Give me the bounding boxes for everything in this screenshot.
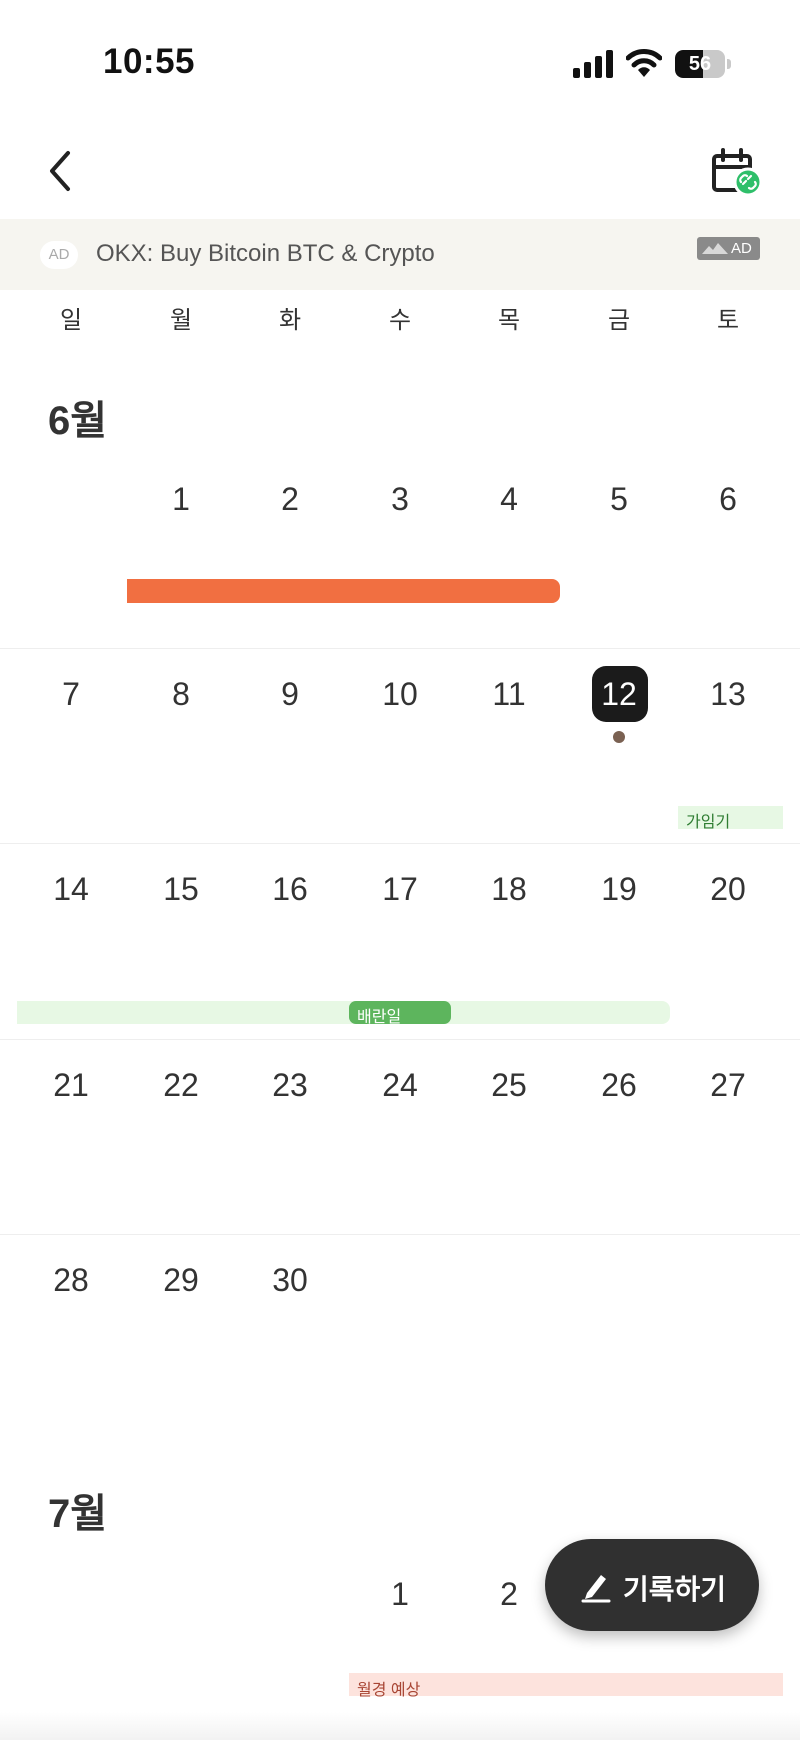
record-button-label: 기록하기 xyxy=(623,1574,727,1605)
ad-badge: AD xyxy=(40,241,78,269)
day-cell[interactable]: 29 xyxy=(141,1262,221,1298)
wifi-icon xyxy=(626,49,662,77)
ad-corner-label: AD xyxy=(731,240,752,257)
day-cell[interactable]: 11 xyxy=(469,676,549,712)
back-button[interactable] xyxy=(40,145,84,197)
day-cell[interactable]: 24 xyxy=(360,1067,440,1103)
weekday-thu: 목 xyxy=(497,307,521,334)
day-cell[interactable]: 22 xyxy=(141,1067,221,1103)
day-cell[interactable]: 14 xyxy=(31,871,111,907)
day-cell[interactable]: 10 xyxy=(360,676,440,712)
day-cell[interactable]: 2 xyxy=(469,1576,549,1612)
ovulation-day-label: 배란일 xyxy=(357,1009,402,1026)
day-cell[interactable]: 6 xyxy=(688,481,768,517)
weekday-sun: 일 xyxy=(59,307,83,334)
status-time: 10:55 xyxy=(103,42,196,81)
day-cell[interactable]: 30 xyxy=(250,1262,330,1298)
day-cell[interactable]: 1 xyxy=(360,1576,440,1612)
day-cell[interactable]: 5 xyxy=(579,481,659,517)
day-cell[interactable]: 19 xyxy=(579,871,659,907)
bottom-fade xyxy=(0,1712,800,1740)
calendar-link-icon xyxy=(712,148,763,197)
battery-icon: 56 xyxy=(675,50,731,78)
chevron-left-icon xyxy=(50,151,70,191)
day-cell-today[interactable]: 12 xyxy=(579,676,659,712)
predicted-period-label: 월경 예상 xyxy=(357,1682,421,1699)
day-cell[interactable]: 16 xyxy=(250,871,330,907)
week-divider xyxy=(0,648,800,649)
day-cell[interactable]: 18 xyxy=(469,871,549,907)
cellular-signal-icon xyxy=(573,50,613,78)
weekday-fri: 금 xyxy=(607,307,631,334)
battery-level: 56 xyxy=(688,53,712,75)
pencil-icon xyxy=(581,1575,611,1603)
weekday-wed: 수 xyxy=(388,307,412,334)
day-cell[interactable]: 17 xyxy=(360,871,440,907)
month-label-july: 7월 xyxy=(48,1492,108,1536)
month-label-june: 6월 xyxy=(48,399,108,443)
day-cell[interactable]: 25 xyxy=(469,1067,549,1103)
day-cell[interactable]: 20 xyxy=(688,871,768,907)
week-divider xyxy=(0,1039,800,1040)
day-cell[interactable]: 3 xyxy=(360,481,440,517)
day-cell[interactable]: 1 xyxy=(141,481,221,517)
weekday-sat: 토 xyxy=(716,307,740,334)
day-cell[interactable]: 21 xyxy=(31,1067,111,1103)
calendar-sync-button[interactable] xyxy=(710,148,766,200)
day-cell[interactable]: 2 xyxy=(250,481,330,517)
day-cell[interactable]: 26 xyxy=(579,1067,659,1103)
day-cell[interactable]: 13 xyxy=(688,676,768,712)
day-cell[interactable]: 8 xyxy=(141,676,221,712)
record-button[interactable]: 기록하기 xyxy=(545,1539,759,1631)
weekday-tue: 화 xyxy=(278,307,302,334)
day-cell[interactable]: 7 xyxy=(31,676,111,712)
day-cell[interactable]: 28 xyxy=(31,1262,111,1298)
day-cell[interactable]: 27 xyxy=(688,1067,768,1103)
week-divider xyxy=(0,843,800,844)
ad-choices-badge[interactable]: AD xyxy=(697,237,760,260)
day-cell[interactable]: 4 xyxy=(469,481,549,517)
record-dot xyxy=(613,731,625,743)
day-cell[interactable]: 23 xyxy=(250,1067,330,1103)
weekday-mon: 월 xyxy=(169,307,193,334)
period-bar[interactable] xyxy=(127,579,560,603)
ad-text[interactable]: OKX: Buy Bitcoin BTC & Crypto xyxy=(96,240,435,268)
ad-mountain-icon xyxy=(702,243,728,254)
day-cell[interactable]: 9 xyxy=(250,676,330,712)
fertile-window-label: 가임기 xyxy=(686,814,731,831)
day-cell[interactable]: 15 xyxy=(141,871,221,907)
fertile-window-bar-week[interactable] xyxy=(17,1001,670,1024)
week-divider xyxy=(0,1234,800,1235)
